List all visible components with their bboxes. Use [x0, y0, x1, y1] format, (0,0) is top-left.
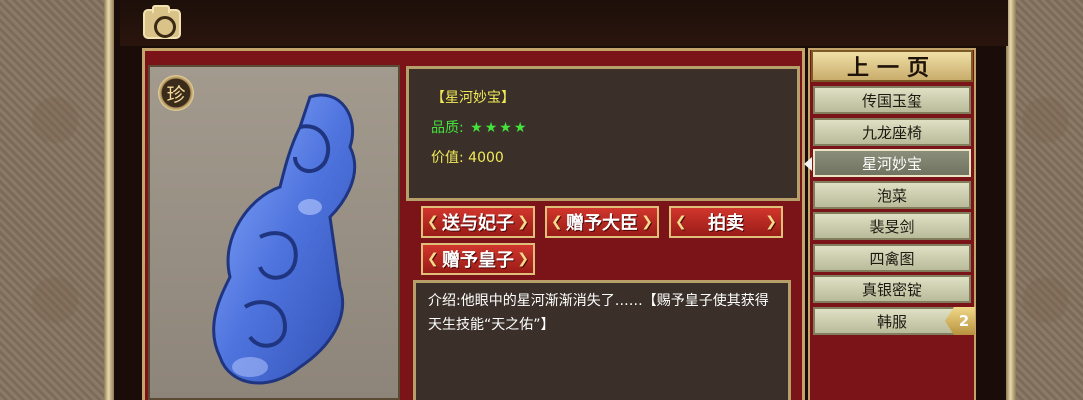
give-prince-button[interactable]: 赠予皇子 — [421, 243, 535, 275]
list-item[interactable]: 传国玉玺 — [813, 86, 971, 114]
camera-icon[interactable] — [143, 5, 181, 39]
right-gold-border — [1006, 0, 1016, 400]
list-item[interactable]: 裴旻剑 — [813, 212, 971, 240]
item-name: 【星河妙宝】 — [431, 90, 515, 106]
left-ornament-panel — [0, 0, 110, 400]
list-item-selected[interactable]: 星河妙宝 — [813, 149, 971, 177]
jade-artifact-image — [212, 93, 357, 385]
give-consort-button[interactable]: 送与妃子 — [421, 206, 535, 238]
left-gold-border — [104, 0, 114, 400]
quality-row: 品质: ★★★★ — [431, 117, 528, 137]
rarity-badge-text: 珍 — [166, 83, 186, 106]
item-description: 介绍:他眼中的星河渐渐消失了……【赐予皇子使其获得天生技能“天之佑”】 — [413, 280, 791, 400]
top-bar — [120, 0, 1008, 46]
rarity-badge-icon: 珍 — [158, 75, 194, 111]
right-ornament-panel — [1008, 0, 1083, 400]
list-item[interactable]: 九龙座椅 — [813, 118, 971, 146]
quality-stars: ★★★★ — [470, 120, 529, 136]
prev-page-button[interactable]: 上一页 — [811, 50, 973, 82]
item-image-panel: 珍 — [148, 65, 400, 400]
list-item[interactable]: 真银密锭 — [813, 275, 971, 303]
selection-arrow-icon — [804, 157, 812, 171]
give-minister-button[interactable]: 赠予大臣 — [545, 206, 659, 238]
list-item[interactable]: 四禽图 — [813, 244, 971, 272]
item-info-panel: 【星河妙宝】 品质: ★★★★ 价值: 4000 — [406, 66, 800, 201]
list-item[interactable]: 泡菜 — [813, 181, 971, 209]
item-value: 价值: 4000 — [431, 150, 504, 166]
quality-label: 品质: — [431, 120, 464, 136]
auction-button[interactable]: 拍卖 — [669, 206, 783, 238]
